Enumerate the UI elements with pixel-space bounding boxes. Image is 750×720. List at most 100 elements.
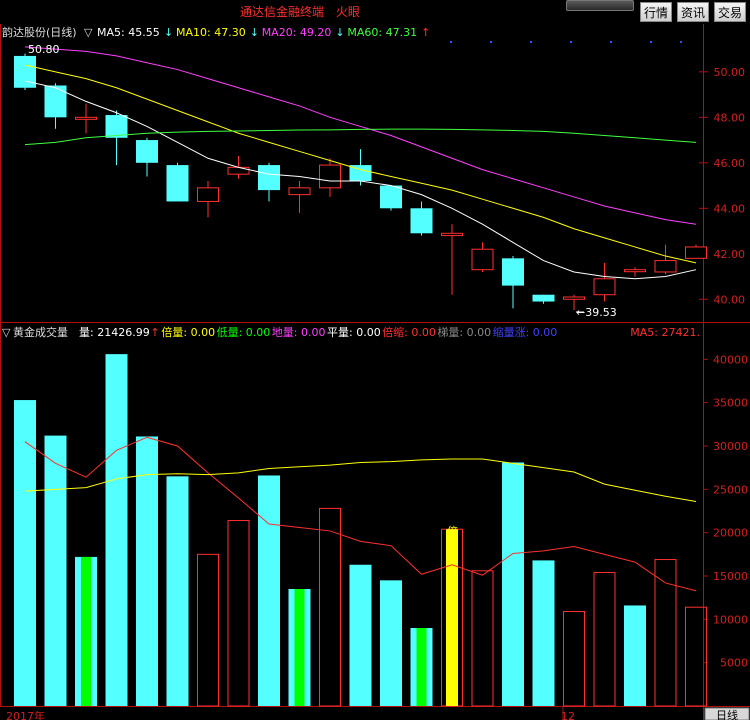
- volume-bar-up[interactable]: [563, 611, 585, 707]
- volume-bar-down[interactable]: [349, 564, 372, 706]
- volume-bar-down[interactable]: [136, 436, 158, 706]
- ma-indicator-label: MA60: 47.31: [347, 26, 417, 39]
- volume-bar-down[interactable]: [380, 580, 402, 706]
- volume-tick-label: 20000: [713, 527, 748, 540]
- price-tick-label: 46.00: [714, 157, 746, 170]
- volume-tick-label: 30000: [713, 440, 748, 453]
- quotes-button[interactable]: 行情: [640, 2, 672, 22]
- volume-bar-up[interactable]: [227, 520, 250, 707]
- candle-body-up[interactable]: [624, 269, 646, 273]
- stock-chart-canvas[interactable]: 40.00 42.00 44.00 46.00 48.00 50.00 5000 10000 1…: [0, 0, 750, 720]
- volume-stat-label: 倍量: 0.00: [161, 325, 215, 339]
- volume-stat-label: 地量: 0.00: [272, 326, 326, 339]
- ma-arrow-icon: ↓: [250, 26, 259, 39]
- candle-body-up[interactable]: [227, 166, 250, 175]
- ma-arrow-icon: ↓: [335, 26, 344, 39]
- price-tick-label: 48.00: [714, 111, 746, 124]
- price-tick-label: 42.00: [714, 248, 746, 261]
- ma-arrow-icon: ↓: [164, 26, 173, 39]
- grid-dot: [530, 41, 532, 43]
- volume-indicator-name: 黄金成交量: [13, 325, 68, 339]
- volume-tick-label: 40000: [713, 353, 748, 366]
- ma-indicator-label: MA20: 49.20: [262, 26, 332, 39]
- volume-bar-down[interactable]: [105, 354, 128, 706]
- candle-body-up[interactable]: [471, 248, 494, 271]
- price-tick-label: 40.00: [714, 293, 746, 306]
- volume-stat-label: 低量: 0.00: [217, 326, 271, 339]
- candle-body-up[interactable]: [654, 260, 677, 273]
- candle-body-down[interactable]: [44, 85, 67, 118]
- ma-indicator-label: MA10: 47.30: [176, 26, 246, 39]
- candle-body-up[interactable]: [563, 296, 585, 300]
- volume-stat-label: 倍缩: 0.00: [382, 325, 436, 339]
- app-name: 通达信金融终端: [240, 5, 325, 19]
- grid-dot: [650, 41, 652, 43]
- candle-body-down[interactable]: [258, 165, 280, 191]
- volume-bar-up[interactable]: [654, 559, 677, 707]
- stock-name: 韵达股份(日线): [2, 25, 77, 39]
- candle-body-down[interactable]: [136, 140, 158, 163]
- volume-bar-down[interactable]: [166, 476, 189, 706]
- double-volume-text: 倍: [447, 524, 458, 538]
- app-subtitle: 火眼: [335, 5, 360, 19]
- volume-tick-label: 5000: [720, 657, 748, 670]
- volume-bar-down[interactable]: [532, 560, 555, 706]
- volume-bar-down[interactable]: [624, 605, 646, 706]
- top-scroll-thumb[interactable]: [566, 0, 634, 11]
- volume-bar-down[interactable]: [44, 435, 67, 706]
- candle-body-up[interactable]: [75, 116, 97, 120]
- candle-body-up[interactable]: [288, 187, 311, 196]
- grid-dot: [450, 41, 452, 43]
- candle-body-up[interactable]: [441, 232, 463, 237]
- date-label-mid: 12: [561, 710, 575, 720]
- candle-body-down[interactable]: [410, 208, 433, 234]
- period-button-label: 日线: [716, 708, 738, 720]
- volume-tick-label: 35000: [713, 397, 748, 410]
- volume-tick-label: 25000: [713, 483, 748, 496]
- ma-indicator-label: MA5: 45.55: [97, 26, 160, 39]
- news-button[interactable]: 资讯: [677, 2, 709, 22]
- volume-bar-up[interactable]: [593, 572, 616, 707]
- volume-double-marker: [446, 529, 458, 706]
- candle-body-down[interactable]: [532, 294, 555, 302]
- volume-stat-label: 平量: 0.00: [327, 326, 381, 339]
- volume-stat-label: 缩量涨: 0.00: [493, 326, 558, 339]
- volume-low-marker: [416, 628, 427, 706]
- high-price-label: 50.80: [28, 43, 60, 56]
- grid-dot: [490, 41, 492, 43]
- volume-tick-label: 10000: [713, 613, 748, 626]
- candle-body-up[interactable]: [197, 187, 219, 202]
- candle-body-up[interactable]: [685, 246, 707, 259]
- volume-low-marker: [294, 589, 305, 706]
- low-price-label: ←39.53: [576, 306, 617, 319]
- ma-arrow-icon: ↑: [421, 26, 430, 39]
- volume-menu-icon: ▽: [2, 326, 11, 339]
- title-bar: 通达信金融终端 火眼 行情 资讯 交易: [0, 0, 750, 24]
- volume-low-marker: [81, 556, 91, 706]
- price-tick-label: 44.00: [714, 202, 746, 215]
- volume-bar-up[interactable]: [471, 570, 494, 707]
- candle-body-down[interactable]: [166, 165, 189, 202]
- trade-button[interactable]: 交易: [714, 2, 746, 22]
- volume-bar-up[interactable]: [319, 507, 341, 707]
- volume-bar-down[interactable]: [502, 462, 524, 706]
- date-label-left: 2017年: [6, 709, 45, 720]
- grid-dot: [570, 41, 572, 43]
- volume-ma5-label: MA5: 27421.: [630, 326, 700, 339]
- volume-bar-up[interactable]: [197, 553, 219, 707]
- price-tick-label: 50.00: [714, 66, 746, 79]
- volume-bar-down[interactable]: [14, 400, 36, 706]
- candle-body-down[interactable]: [105, 115, 128, 138]
- candle-body-up[interactable]: [319, 164, 341, 189]
- app-title: 通达信金融终端 火眼: [240, 3, 360, 20]
- candle-body-up[interactable]: [593, 278, 616, 296]
- grid-dot: [610, 41, 612, 43]
- volume-arrow-icon: ↑: [150, 326, 159, 339]
- candle-body-down[interactable]: [502, 258, 524, 286]
- volume-tick-label: 15000: [713, 570, 748, 583]
- candle-body-down[interactable]: [380, 185, 402, 209]
- volume-stat-label: 梯量: 0.00: [437, 326, 491, 339]
- indicator-menu-icon: ▽: [84, 26, 93, 39]
- volume-bar-down[interactable]: [258, 475, 280, 706]
- volume-stat-label: 量: 21426.99: [79, 326, 150, 339]
